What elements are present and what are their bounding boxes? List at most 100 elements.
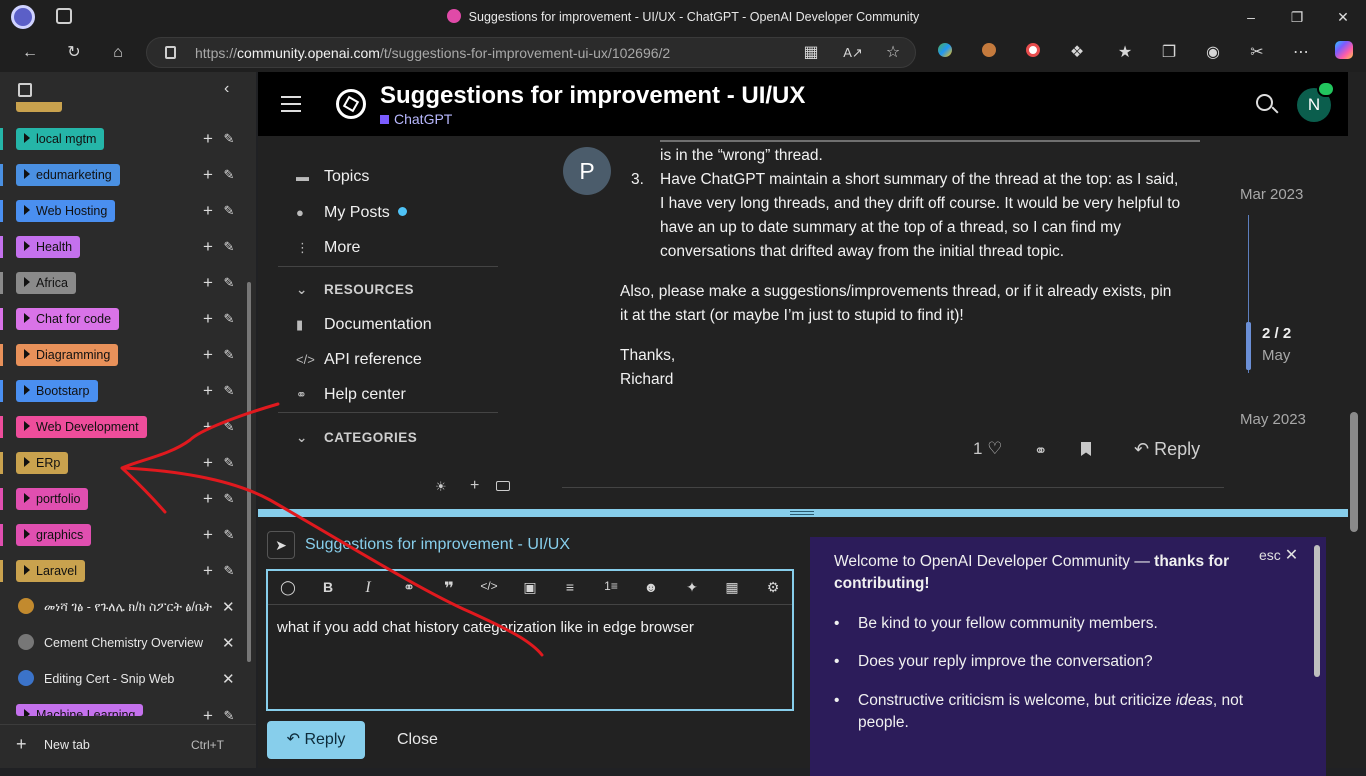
nav-topics[interactable]: ▬ Topics [296,168,369,186]
bold-icon[interactable]: B [318,579,338,597]
add-tab-to-group-icon[interactable]: + [200,562,216,579]
composer-grip-icon[interactable] [790,511,814,515]
edit-group-icon[interactable]: ✎ [221,455,237,471]
quote-bubble-icon[interactable]: ◯ [278,579,298,597]
add-tab-to-group-icon[interactable]: + [200,346,216,363]
categories-heading[interactable]: ⌄ CATEGORIES [296,430,417,446]
edit-group-icon[interactable]: ✎ [221,347,237,363]
post-author-avatar[interactable]: P [563,147,611,195]
nav-documentation[interactable]: ▮ Documentation [296,316,432,334]
add-tab-to-group-icon[interactable]: + [200,274,216,291]
tab-group-chip[interactable]: local mgtm [16,128,105,150]
bookmark-icon[interactable] [1081,442,1091,456]
timeline-start-date[interactable]: Mar 2023 [1240,186,1303,203]
more-menu-icon[interactable]: ⋯ [1289,41,1313,65]
composer-topic-title[interactable]: Suggestions for improvement - UI/UX [305,536,570,554]
tab-group-chip[interactable]: Bootstarp [16,380,98,402]
tab-group-chip[interactable]: ERp [16,452,69,474]
lock-icon[interactable] [165,46,176,59]
extension-color-icon[interactable] [933,41,957,65]
hamburger-menu-icon[interactable] [281,96,301,112]
sidebar-tab[interactable]: መነሻ ገፅ - የጉለሌ ክ/ከ ስፖርት ፅ/ቤት [18,596,218,618]
code-icon[interactable]: </> [479,579,499,597]
add-tab-to-group-icon[interactable]: + [200,382,216,399]
screenshot-icon[interactable]: ✂ [1245,41,1269,65]
share-topic-icon[interactable]: ➤ [267,531,295,559]
tab-group-chip[interactable]: graphics [16,524,92,546]
composer-body-text[interactable]: what if you add chat history categorizat… [277,619,694,636]
openai-logo-icon[interactable] [336,89,366,119]
close-window-button[interactable]: ✕ [1332,6,1354,28]
back-arrow-icon[interactable]: ← [18,41,42,65]
blockquote-icon[interactable]: ❞ [439,579,459,598]
restore-button[interactable]: ❐ [1286,6,1308,28]
nav-more[interactable]: ⋮ More [296,239,360,257]
calendar-icon[interactable]: ▦ [722,579,742,597]
resources-heading[interactable]: ⌄ RESOURCES [296,282,414,298]
add-tab-to-group-icon[interactable]: + [200,166,216,183]
timeline-end-date[interactable]: May 2023 [1240,411,1306,428]
clock-extension-icon[interactable] [1021,41,1045,65]
read-aloud-icon[interactable]: A↗ [841,41,865,65]
emoji-icon[interactable]: ☻ [641,579,661,597]
cookie-extension-icon[interactable] [977,41,1001,65]
composer-editor[interactable]: ◯ B I ⚭ ❞ </> ▣ ≡ 1≡ ☻ ✦ ▦ ⚙ what if you… [266,569,794,711]
edit-group-icon[interactable]: ✎ [221,275,237,291]
edit-group-icon[interactable]: ✎ [221,708,237,724]
numbered-list-icon[interactable]: 1≡ [601,579,621,597]
welcome-scrollbar[interactable] [1314,545,1320,677]
new-tab-button[interactable]: + New tab Ctrl+T [16,735,240,757]
sidebar-tab[interactable]: Cement Chemistry Overview [18,632,218,654]
extensions-puzzle-icon[interactable]: ❖ [1065,41,1089,65]
composer-reply-button[interactable]: ↶ Reply [267,721,365,759]
nav-api-reference[interactable]: </> API reference [296,351,422,369]
refresh-icon[interactable]: ↻ [62,41,86,65]
edit-group-icon[interactable]: ✎ [221,203,237,219]
close-tab-icon[interactable]: ✕ [222,634,235,652]
tab-group-chip[interactable]: Health [16,236,81,258]
close-tab-icon[interactable]: ✕ [222,670,235,688]
tab-group-chip[interactable]: Web Development [16,416,147,438]
edit-group-icon[interactable]: ✎ [221,491,237,507]
italic-icon[interactable]: I [358,579,378,597]
copilot-icon[interactable] [1332,41,1356,65]
composer-close-button[interactable]: Close [397,731,438,749]
nav-help-center[interactable]: ⚭ Help center [296,386,406,404]
theme-toggle-icon[interactable]: ☀ [435,479,447,495]
sidebar-tab[interactable]: Editing Cert - Snip Web [18,668,218,690]
keyboard-icon[interactable] [496,481,510,491]
url-text[interactable]: https://community.openai.com/t/suggestio… [195,45,670,61]
page-scrollbar[interactable] [1350,412,1358,532]
edit-group-icon[interactable]: ✎ [221,527,237,543]
favorites-icon[interactable]: ★ [1113,41,1137,65]
tab-group-chip[interactable]: Africa [16,272,76,294]
edit-group-icon[interactable]: ✎ [221,311,237,327]
like-button[interactable]: 1 ♡ [973,439,1002,459]
add-tab-to-group-icon[interactable]: + [200,526,216,543]
dismiss-welcome-button[interactable]: esc ✕ [1259,545,1298,565]
tab-group-chip[interactable]: Chat for code [16,308,120,330]
edit-group-icon[interactable]: ✎ [221,239,237,255]
edit-group-icon[interactable]: ✎ [221,383,237,399]
ai-sparkle-icon[interactable]: ✦ [682,579,702,597]
edit-group-icon[interactable]: ✎ [221,131,237,147]
category-badge[interactable]: ChatGPT [380,111,452,127]
add-tab-to-group-icon[interactable]: + [200,202,216,219]
bullet-list-icon[interactable]: ≡ [560,579,580,597]
copy-link-icon[interactable]: ⚭ [1034,441,1047,461]
edit-group-icon[interactable]: ✎ [221,167,237,183]
home-icon[interactable]: ⌂ [106,41,130,65]
tab-actions-icon[interactable] [18,83,32,97]
edit-group-icon[interactable]: ✎ [221,563,237,579]
edit-group-icon[interactable]: ✎ [221,419,237,435]
add-section-icon[interactable]: + [470,477,479,495]
address-bar[interactable]: https://community.openai.com/t/suggestio… [146,37,916,68]
topic-title[interactable]: Suggestions for improvement - UI/UX [380,82,805,110]
post-reply-button[interactable]: ↶ Reply [1134,439,1200,460]
gear-icon[interactable]: ⚙ [763,579,783,597]
sidebar-scrollbar[interactable] [247,282,251,662]
tab-group-chip[interactable]: edumarketing [16,164,120,186]
tab-group-chip[interactable]: portfolio [16,488,89,510]
tab-group-chip[interactable]: Web Hosting [16,200,116,222]
browser-essentials-icon[interactable]: ◉ [1201,41,1225,65]
